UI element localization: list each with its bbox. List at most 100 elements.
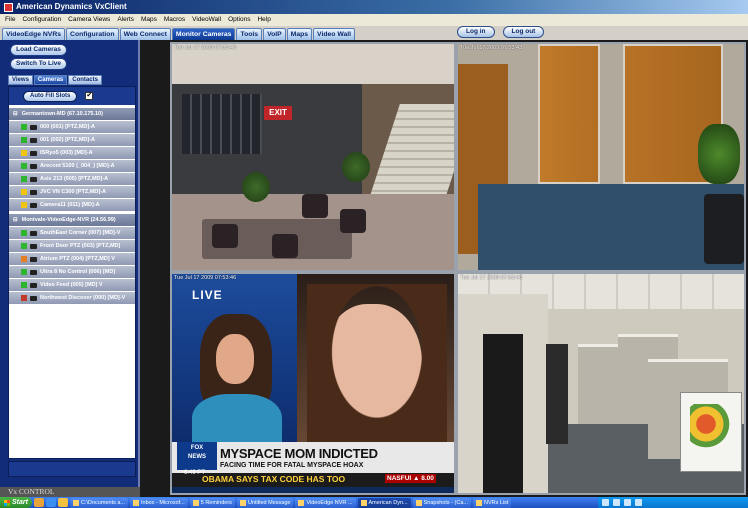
camera-item-label: Northwest Discover (000) [MD]-V <box>40 295 126 301</box>
menu-file[interactable]: File <box>5 14 15 26</box>
camera-icon <box>30 163 37 169</box>
camera-icon <box>30 256 37 262</box>
camera-group[interactable]: ⊟ Germantown-MD (67.10.175.10) <box>9 108 135 120</box>
video-tile-hallway[interactable]: Tue Jul 17 2009 07:53:43 <box>456 42 746 272</box>
camera-item[interactable]: Axis 213 (005) [PTZ,MD]-A <box>9 173 135 185</box>
app-icon <box>4 2 13 12</box>
camera-icon <box>30 230 37 236</box>
switch-to-live-button[interactable]: Switch To Live <box>10 58 67 70</box>
camera-icon <box>30 124 37 130</box>
taskbar-item[interactable]: Snapshots - (Ca... <box>412 497 471 508</box>
tray-security-icon[interactable] <box>624 499 631 506</box>
scene-chair <box>340 209 366 233</box>
camera-item[interactable]: Video Feed (005) [MD] V <box>9 279 135 291</box>
camera-item[interactable]: ISRyo5 (003) [MD]-A <box>9 147 135 159</box>
collapse-icon[interactable]: ⊟ <box>13 214 18 226</box>
taskbar: Start C:\Documents a... Inbox - Microsof.… <box>0 497 748 508</box>
login-button[interactable]: Log in <box>457 26 495 38</box>
taskbar-item[interactable]: NVRs List <box>472 497 512 508</box>
video-tile-lobby[interactable]: EXIT Tue Jul 17 2009 07:53:43 <box>170 42 456 272</box>
subtab-contacts[interactable]: Contacts <box>68 75 102 85</box>
video-tile-news[interactable]: LIVE FOX NEWS MYSPACE MOM INDICTED FACIN… <box>170 272 456 495</box>
camera-panel: Load Cameras Switch To Live Views Camera… <box>0 40 140 487</box>
auto-fill-checkbox[interactable]: ✔ <box>85 92 94 100</box>
taskbar-item[interactable]: C:\Documents a... <box>70 497 129 508</box>
tab-monitor-cameras[interactable]: Monitor Cameras <box>171 28 236 40</box>
menu-alerts[interactable]: Alerts <box>117 14 134 26</box>
ticker-text: OBAMA SAYS TAX CODE HAS TOO <box>202 474 346 484</box>
camera-icon <box>30 202 37 208</box>
taskbar-item[interactable]: 5 Reminders <box>189 497 235 508</box>
camera-item[interactable]: Arecont 5100 (_004_) [MD]-A <box>9 160 135 172</box>
menu-maps[interactable]: Maps <box>141 14 157 26</box>
start-button[interactable]: Start <box>0 497 32 508</box>
vx-control-label: Vx CONTROL <box>0 487 140 497</box>
auto-fill-slots-button[interactable]: Auto Fill Slots <box>23 90 78 102</box>
camera-item[interactable]: 000 (001) [PTZ,MD]-A <box>9 121 135 133</box>
windows-logo-icon <box>4 499 10 506</box>
camera-icon <box>30 137 37 143</box>
camera-group[interactable]: ⊟ Montvale-VideoEdge-NVR (24.56.99) <box>9 214 135 226</box>
taskbar-item[interactable]: Untitled Message <box>236 497 294 508</box>
camera-item[interactable]: 001 (002) [PTZ,MD]-A <box>9 134 135 146</box>
tray-volume-icon[interactable] <box>613 499 620 506</box>
camera-icon <box>30 189 37 195</box>
status-indicator-icon <box>21 282 27 288</box>
taskbar-item-label: American Dyn... <box>368 499 408 506</box>
taskbar-item-label: Snapshots - (Ca... <box>423 499 468 506</box>
camera-item[interactable]: Ultra 8 No Control (006) [MD] <box>9 266 135 278</box>
menu-videowall[interactable]: VideoWall <box>192 14 221 26</box>
status-indicator-icon <box>21 243 27 249</box>
tab-maps[interactable]: Maps <box>286 28 313 40</box>
subtab-views[interactable]: Views <box>8 75 33 85</box>
quicklaunch-explorer-icon[interactable] <box>34 498 44 507</box>
camera-item[interactable]: Northwest Discover (000) [MD]-V <box>9 292 135 304</box>
tab-configuration[interactable]: Configuration <box>66 28 119 40</box>
menu-camera-views[interactable]: Camera Views <box>68 14 110 26</box>
tab-tools[interactable]: Tools <box>236 28 263 40</box>
menu-options[interactable]: Options <box>228 14 250 26</box>
camera-item[interactable]: Camera11 (011) [MD]-A <box>9 199 135 211</box>
camera-item[interactable]: Atrium PTZ (004) [PTZ,MD] V <box>9 253 135 265</box>
tray-update-icon[interactable] <box>635 499 642 506</box>
camera-item-label: Front Door PTZ (003) [PTZ,MD] <box>40 243 121 249</box>
auth-buttons: Log in Log out <box>457 26 545 38</box>
logo-line-2: NEWS <box>188 454 206 460</box>
start-label: Start <box>12 499 28 506</box>
status-indicator-icon <box>21 189 27 195</box>
menu-configuration[interactable]: Configuration <box>22 14 61 26</box>
load-cameras-button[interactable]: Load Cameras <box>10 44 67 56</box>
status-indicator-icon <box>21 230 27 236</box>
video-tile-cubicles[interactable]: Tue Jul 17 2009 07:53:46 <box>456 272 746 495</box>
camera-item-label: 000 (001) [PTZ,MD]-A <box>40 124 96 130</box>
tab-video-wall[interactable]: Video Wall <box>313 28 356 40</box>
scene-chair <box>212 224 238 248</box>
menu-help[interactable]: Help <box>257 14 270 26</box>
quicklaunch-outlook-icon[interactable] <box>58 498 68 507</box>
tab-web-connect[interactable]: Web Connect <box>119 28 171 40</box>
camera-list[interactable]: Auto Fill Slots ✔ ⊟ Germantown-MD (67.10.… <box>8 86 136 459</box>
tab-videoedge-nvrs[interactable]: VideoEdge NVRs <box>2 28 66 40</box>
logout-button[interactable]: Log out <box>502 26 545 38</box>
taskbar-item-label: Inbox - Microsof... <box>141 499 185 506</box>
taskbar-item[interactable]: VideoEdge NVR ... <box>295 497 356 508</box>
camera-item[interactable]: SouthEast Corner (007) [MD]-V <box>9 227 135 239</box>
camera-group-name: Montvale-VideoEdge-NVR (24.56.99) <box>21 217 116 223</box>
collapse-icon[interactable]: ⊟ <box>13 108 18 120</box>
camera-item[interactable]: Front Door PTZ (003) [PTZ,MD] <box>9 240 135 252</box>
tile-timestamp: Tue Jul 17 2009 07:53:46 <box>460 275 523 281</box>
camera-item[interactable]: JVC VN C300 [PTZ,MD]-A <box>9 186 135 198</box>
taskbar-item-label: NVRs List <box>483 499 509 506</box>
quicklaunch-ie-icon[interactable] <box>46 498 56 507</box>
news-subhead: FACING TIME FOR FATAL MYSPACE HOAX <box>220 462 364 469</box>
scene-plant <box>242 172 270 202</box>
tab-voip[interactable]: VoIP <box>263 28 286 40</box>
status-indicator-icon <box>21 150 27 156</box>
menu-macros[interactable]: Macros <box>164 14 185 26</box>
tray-network-icon[interactable] <box>602 499 609 506</box>
task-app-icon <box>415 499 422 506</box>
task-app-icon <box>475 499 482 506</box>
subtab-cameras[interactable]: Cameras <box>33 75 68 85</box>
taskbar-item[interactable]: American Dyn... <box>357 497 411 508</box>
taskbar-item[interactable]: Inbox - Microsof... <box>130 497 188 508</box>
